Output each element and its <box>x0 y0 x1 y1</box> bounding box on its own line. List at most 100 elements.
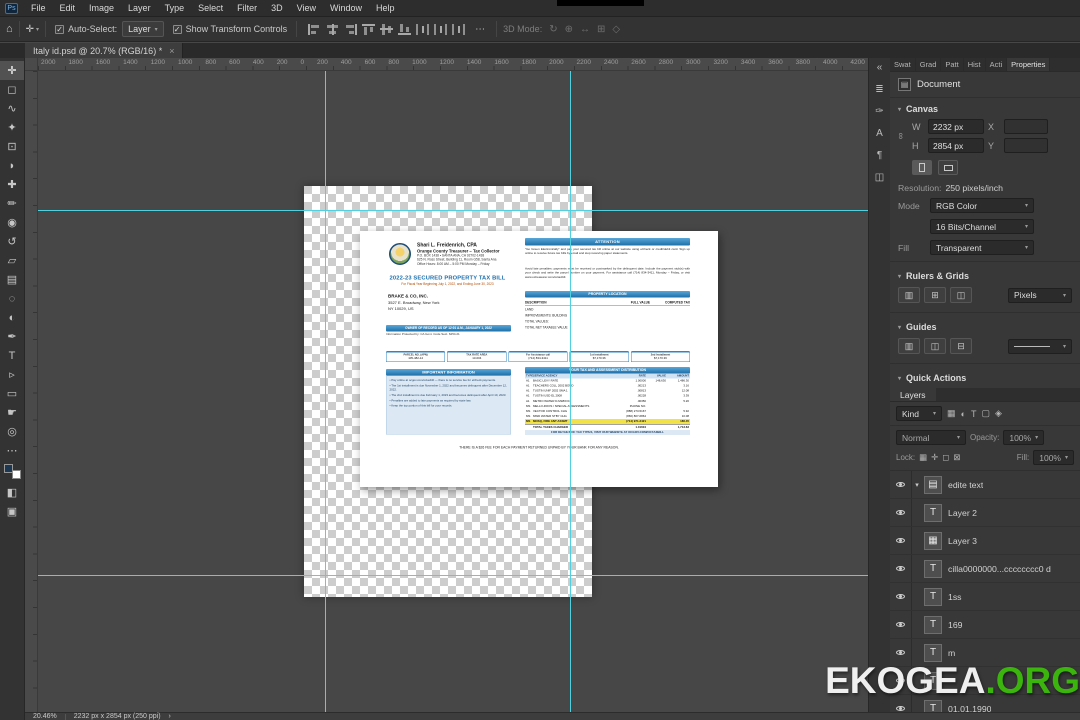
panel-tab[interactable]: Properties <box>1007 58 1051 71</box>
layer-row[interactable]: ▦ Layer 3 <box>890 527 1080 555</box>
panel-tab[interactable]: Grad <box>916 58 942 71</box>
brush-tool[interactable]: ✏ <box>0 194 24 213</box>
filter-smart-objects-icon[interactable]: ◈ <box>995 408 1002 419</box>
filter-pixel-layers-icon[interactable]: ▦ <box>947 408 956 419</box>
panel-tab[interactable]: Acti <box>986 58 1008 71</box>
close-tab-icon[interactable]: × <box>169 46 174 56</box>
zoom-tool[interactable]: ◎ <box>0 422 24 441</box>
align-left-icon[interactable] <box>308 23 322 35</box>
guide-style-dropdown[interactable]: ▾ <box>1008 338 1072 354</box>
filter-shape-layers-icon[interactable]: ▢ <box>981 408 990 419</box>
layer-visibility-eye-icon[interactable] <box>890 499 912 526</box>
layer-visibility-eye-icon[interactable] <box>890 583 912 610</box>
ruler-units-dropdown[interactable]: Pixels ▾ <box>1008 287 1072 303</box>
path-selection-tool[interactable]: ▹ <box>0 365 24 384</box>
quick-mask-icon[interactable]: ◧ <box>0 483 24 502</box>
snap-icon[interactable]: ◫ <box>950 287 972 303</box>
vertical-ruler[interactable] <box>25 71 38 712</box>
canvas-y-field[interactable] <box>1004 138 1048 153</box>
3d-drag-icon[interactable]: ↔ <box>580 24 590 35</box>
move-tool-preset-icon[interactable]: ✛ ▾ <box>26 24 39 35</box>
toggle-guides-icon[interactable]: ▥ <box>898 338 920 354</box>
menu-item[interactable]: Help <box>369 0 402 16</box>
auto-select-checkbox[interactable]: ✓ Auto-Select: <box>55 24 117 34</box>
3d-roll-icon[interactable]: ⊕ <box>565 24 573 35</box>
align-right-icon[interactable] <box>344 23 358 35</box>
portrait-orientation-button[interactable] <box>912 160 932 175</box>
layer-row[interactable]: T 1ss <box>890 583 1080 611</box>
status-options-chevron[interactable]: › <box>169 713 171 720</box>
menu-item[interactable]: 3D <box>264 0 290 16</box>
color-swatches[interactable] <box>3 464 21 479</box>
filter-adjustment-layers-icon[interactable]: ◐ <box>961 409 966 419</box>
menu-item[interactable]: Image <box>82 0 121 16</box>
collapse-panels-icon[interactable]: « <box>877 62 883 73</box>
type-tool[interactable]: T <box>0 346 24 365</box>
background-color-swatch[interactable] <box>11 470 21 479</box>
layer-row[interactable]: T 169 <box>890 611 1080 639</box>
clone-stamp-tool[interactable]: ◉ <box>0 213 24 232</box>
filter-type-layers-icon[interactable]: T <box>971 409 977 419</box>
lock-position-icon[interactable]: ✛ <box>931 452 938 463</box>
layer-row[interactable]: T cilla0000000...cccccccc0 d <box>890 555 1080 583</box>
link-dimensions-icon[interactable]: ∞ <box>896 133 906 139</box>
panel-tab[interactable]: Hist <box>964 58 986 71</box>
menu-item[interactable]: Layer <box>121 0 158 16</box>
layers-tab[interactable]: Layers <box>890 388 936 401</box>
layer-filter-kind-dropdown[interactable]: Kind ▾ <box>896 406 942 421</box>
paragraph-panel-icon[interactable]: ¶ <box>877 150 882 161</box>
opacity-dropdown[interactable]: 100% ▾ <box>1003 430 1045 445</box>
pen-tool[interactable]: ✒ <box>0 327 24 346</box>
document-tab[interactable]: Italy id.psd @ 20.7% (RGB/16) * × <box>25 43 184 58</box>
guides-section-header[interactable]: ▾ Guides <box>890 316 1080 335</box>
align-center-icon[interactable] <box>326 23 340 35</box>
lock-all-icon[interactable]: ⊠ <box>953 452 960 463</box>
3d-scale-icon[interactable]: ◇ <box>612 24 620 35</box>
color-mode-dropdown[interactable]: RGB Color ▾ <box>930 198 1034 213</box>
fill-dropdown[interactable]: 100% ▾ <box>1033 450 1074 465</box>
move-tool[interactable]: ✛ <box>0 61 24 80</box>
align-middle-icon[interactable] <box>380 23 394 35</box>
home-icon[interactable]: ⌂ <box>6 23 13 35</box>
menu-item[interactable]: Type <box>158 0 192 16</box>
layer-visibility-eye-icon[interactable] <box>890 527 912 554</box>
bit-depth-dropdown[interactable]: 16 Bits/Channel ▾ <box>930 219 1034 234</box>
layer-visibility-eye-icon[interactable] <box>890 555 912 582</box>
canvas-fill-dropdown[interactable]: Transparent ▾ <box>930 240 1034 255</box>
3d-slide-icon[interactable]: ⊞ <box>597 24 605 35</box>
auto-select-target-dropdown[interactable]: Layer ▾ <box>122 21 164 37</box>
healing-brush-tool[interactable]: ✚ <box>0 175 24 194</box>
blur-tool[interactable]: ◌ <box>0 289 24 308</box>
foreground-color-swatch[interactable] <box>3 464 13 473</box>
canvas[interactable]: Shari L. Freidenrich, CPA Orange County … <box>38 71 868 712</box>
show-transform-checkbox[interactable]: ✓ Show Transform Controls <box>172 24 287 34</box>
menu-item[interactable]: Filter <box>230 0 264 16</box>
layer-row[interactable]: ▾ ▤ edite text <box>890 471 1080 499</box>
magic-wand-tool[interactable]: ✦ <box>0 118 24 137</box>
lock-artboard-icon[interactable]: ◻ <box>942 452 949 463</box>
align-top-icon[interactable] <box>362 23 376 35</box>
lock-guides-icon[interactable]: ◫ <box>924 338 946 354</box>
toggle-rulers-icon[interactable]: ▥ <box>898 287 920 303</box>
panel-tab[interactable]: Swat <box>890 58 916 71</box>
gradient-tool[interactable]: ▤ <box>0 270 24 289</box>
rectangle-tool[interactable]: ▭ <box>0 384 24 403</box>
distribute-spacing-icon[interactable] <box>452 23 466 35</box>
brushes-panel-icon[interactable]: ✑ <box>875 106 883 117</box>
toggle-grid-icon[interactable]: ⊞ <box>924 287 946 303</box>
marquee-tool[interactable]: ◻ <box>0 80 24 99</box>
more-alignment-options-icon[interactable]: ⋯ <box>475 24 485 35</box>
eraser-tool[interactable]: ▱ <box>0 251 24 270</box>
screen-mode-icon[interactable]: ▣ <box>0 502 24 521</box>
zoom-level-field[interactable]: 20.46% <box>33 713 57 720</box>
ruler-corner[interactable] <box>25 58 38 71</box>
guide-horizontal[interactable] <box>38 575 868 576</box>
eyedropper-tool[interactable]: ◗ <box>0 156 24 175</box>
menu-item[interactable]: Select <box>191 0 230 16</box>
history-brush-tool[interactable]: ↺ <box>0 232 24 251</box>
rulers-grids-section-header[interactable]: ▾ Rulers & Grids <box>890 265 1080 284</box>
blend-mode-dropdown[interactable]: Normal ▾ <box>896 430 966 445</box>
menu-item[interactable]: Window <box>323 0 369 16</box>
canvas-section-header[interactable]: ▾ Canvas <box>890 98 1080 117</box>
panel-tab[interactable]: Patt <box>941 58 964 71</box>
